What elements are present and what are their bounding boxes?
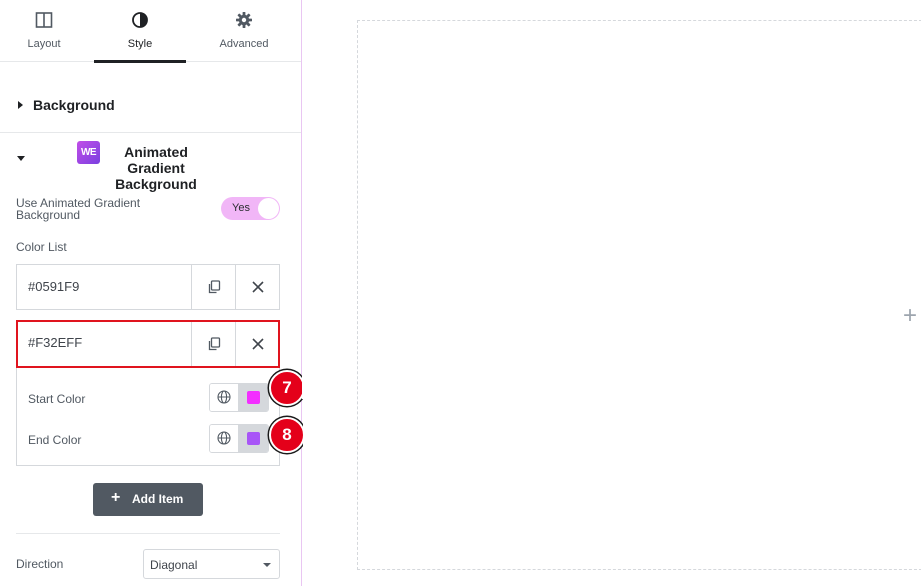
color-swatch	[247, 391, 260, 404]
step-marker: 7	[269, 370, 305, 406]
direction-value: Diagonal	[150, 558, 198, 572]
caret-down-icon	[17, 156, 25, 161]
globe-icon	[217, 431, 231, 445]
add-widget-plus-icon[interactable]: +	[903, 304, 917, 328]
divider	[16, 533, 280, 534]
section-background[interactable]: Background	[0, 63, 301, 133]
layout-icon	[35, 12, 53, 28]
tab-style-label: Style	[127, 38, 153, 50]
section-background-title: Background	[33, 97, 115, 113]
color-item-settings: Start Color End Color	[16, 368, 280, 466]
end-color-label: End Color	[28, 433, 82, 447]
editor-panel: Layout Style Advanced Background WE Anim…	[0, 0, 302, 586]
end-color-control	[209, 424, 269, 453]
remove-button[interactable]	[235, 265, 279, 309]
start-color-picker[interactable]	[239, 384, 268, 411]
color-list-item-active: #F32EFF	[16, 320, 280, 368]
use-animated-label: Use Animated Gradient Background	[16, 196, 141, 222]
globe-icon	[217, 390, 231, 404]
panel-tabs: Layout Style Advanced	[0, 0, 301, 63]
tab-layout-label: Layout	[27, 38, 61, 50]
empty-container[interactable]: +	[357, 20, 921, 570]
section-animated-gradient[interactable]: WE Animated Gradient Background	[0, 134, 301, 192]
add-item-button[interactable]: + Add Item	[93, 483, 203, 516]
gear-icon	[236, 12, 252, 28]
direction-select[interactable]: Diagonal	[143, 549, 280, 579]
toggle-state-text: Yes	[232, 202, 250, 214]
color-list-item: #0591F9	[16, 264, 280, 310]
duplicate-button[interactable]	[191, 322, 235, 366]
caret-right-icon	[18, 101, 23, 109]
use-animated-toggle[interactable]: Yes	[221, 197, 280, 220]
direction-label: Direction	[16, 557, 64, 571]
tab-advanced-label: Advanced	[219, 38, 269, 50]
global-colors-button[interactable]	[210, 425, 239, 452]
tab-layout[interactable]: Layout	[0, 0, 88, 62]
close-icon	[251, 338, 264, 350]
duplicate-button[interactable]	[191, 265, 235, 309]
style-icon	[132, 12, 148, 28]
tab-advanced[interactable]: Advanced	[196, 0, 292, 62]
color-item-title[interactable]: #0591F9	[28, 279, 79, 294]
step-marker: 8	[269, 417, 305, 453]
close-icon	[251, 281, 264, 293]
end-color-picker[interactable]	[239, 425, 268, 452]
start-color-label: Start Color	[28, 392, 86, 406]
color-list-label: Color List	[16, 240, 67, 254]
we-logo-icon: WE	[77, 141, 100, 164]
start-color-control	[209, 383, 269, 412]
plus-icon: +	[111, 489, 121, 506]
copy-icon	[208, 337, 220, 351]
toggle-knob	[258, 198, 279, 219]
remove-button[interactable]	[235, 322, 279, 366]
color-item-title[interactable]: #F32EFF	[28, 335, 82, 350]
chevron-down-icon	[263, 563, 271, 567]
section-animated-gradient-title: Animated Gradient Background	[115, 144, 197, 192]
add-item-label: Add Item	[132, 492, 184, 506]
global-colors-button[interactable]	[210, 384, 239, 411]
tab-style[interactable]: Style	[94, 0, 186, 63]
copy-icon	[208, 280, 220, 294]
color-swatch	[247, 432, 260, 445]
editor-canvas: +	[303, 0, 921, 586]
